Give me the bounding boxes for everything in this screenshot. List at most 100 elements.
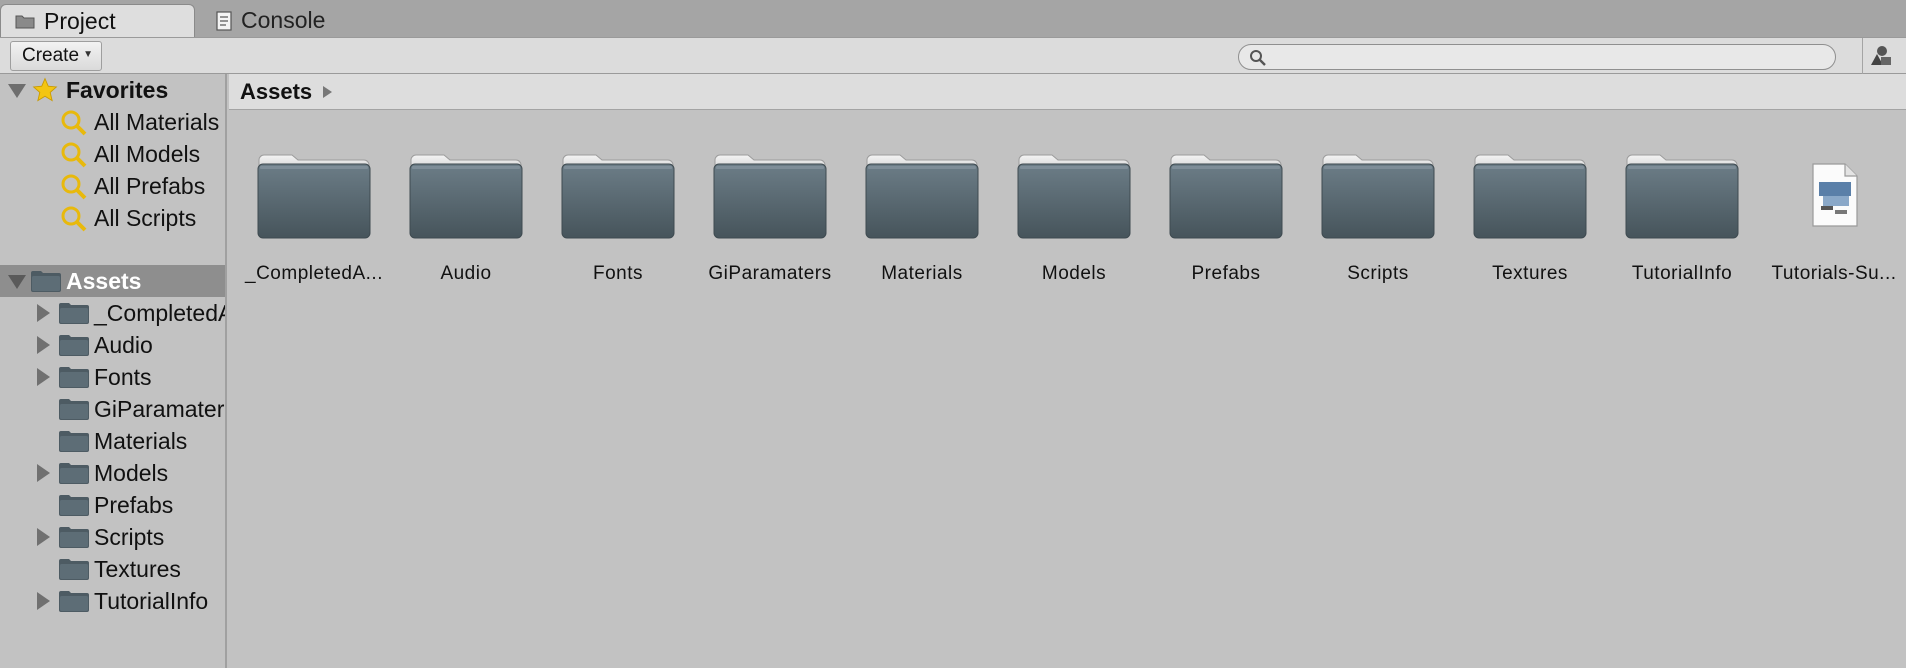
sidebar-item-tutorialinfo[interactable]: TutorialInfo [0, 585, 225, 618]
sidebar-item-label: All Scripts [94, 204, 197, 231]
folder-icon [59, 590, 89, 618]
sidebar-item-all-models[interactable]: All Models [0, 138, 225, 170]
folder-icon [31, 270, 61, 298]
folder-item[interactable]: _CompletedA... [238, 150, 390, 290]
sidebar-item-label: Models [94, 459, 169, 486]
sidebar-item-completeda[interactable]: _CompletedA [0, 297, 227, 330]
sidebar-item-materials[interactable]: Materials [0, 425, 225, 458]
folder-icon [712, 150, 828, 247]
folder-icon [59, 558, 89, 586]
sidebar-item-scripts[interactable]: Scripts [0, 521, 225, 554]
sidebar-item-label: Fonts [94, 363, 152, 390]
create-button[interactable]: Create ▼ [10, 41, 102, 71]
folder-icon [1320, 150, 1436, 247]
sidebar-item-label: GiParamater [94, 395, 225, 422]
sidebar-item-audio[interactable]: Audio [0, 329, 225, 362]
folder-icon [1168, 150, 1284, 247]
expand-arrow-icon[interactable] [37, 336, 50, 354]
folder-item[interactable]: TutorialInfo [1606, 150, 1758, 290]
expand-arrow-icon[interactable] [8, 275, 26, 289]
sidebar-item-label: TutorialInfo [94, 587, 209, 614]
sidebar-item-all-scripts[interactable]: All Scripts [0, 202, 225, 234]
sidebar-item-textures[interactable]: Textures [0, 553, 225, 586]
toolbar: Create ▼ [0, 37, 1906, 74]
folder-icon [59, 398, 89, 426]
chevron-down-icon: ▼ [83, 49, 93, 60]
expand-arrow-icon[interactable] [37, 304, 50, 322]
folder-item[interactable]: Scripts [1302, 150, 1454, 290]
item-label: _CompletedA... [245, 263, 383, 284]
folder-icon [15, 13, 35, 29]
favorites-label: Favorites [66, 76, 169, 103]
item-label: Prefabs [1191, 263, 1261, 284]
folder-icon [59, 366, 89, 394]
tab-bar: Project Console [0, 0, 1906, 37]
sidebar-item-label: Scripts [94, 523, 165, 550]
folder-icon [1624, 150, 1740, 247]
folder-icon [1472, 150, 1588, 247]
folder-icon [864, 150, 980, 247]
folder-icon [408, 150, 524, 247]
search-icon [1249, 49, 1267, 72]
expand-arrow-icon[interactable] [37, 368, 50, 386]
item-label: Fonts [592, 263, 644, 284]
asset-file-item[interactable]: Tutorials-Su... [1758, 150, 1906, 290]
tab-console[interactable]: Console [216, 4, 325, 37]
expand-arrow-icon[interactable] [37, 592, 50, 610]
sidebar-item-label: All Materials [94, 108, 220, 135]
folder-icon [256, 150, 372, 247]
project-sidebar: Favorites All Materials All Models All P… [0, 74, 227, 668]
sidebar-item-all-materials[interactable]: All Materials [0, 106, 225, 138]
folder-item[interactable]: Models [998, 150, 1150, 290]
item-label: GiParamaters [708, 263, 832, 284]
tab-project-label: Project [44, 7, 116, 34]
item-label: TutorialInfo [1631, 263, 1733, 284]
sidebar-item-assets[interactable]: Assets [0, 265, 225, 298]
expand-arrow-icon[interactable] [37, 528, 50, 546]
item-label: Audio [440, 263, 492, 284]
folder-item[interactable]: GiParamaters [694, 150, 846, 290]
sidebar-item-label: Audio [94, 331, 153, 358]
item-label: Models [1041, 263, 1107, 284]
folder-icon [560, 150, 676, 247]
expand-arrow-icon[interactable] [8, 84, 26, 98]
breadcrumb-assets[interactable]: Assets [240, 79, 312, 105]
folder-item[interactable]: Prefabs [1150, 150, 1302, 290]
folder-icon [59, 302, 89, 330]
sidebar-item-models[interactable]: Models [0, 457, 225, 490]
breadcrumb-arrow-icon [323, 85, 333, 98]
sidebar-item-fonts[interactable]: Fonts [0, 361, 225, 394]
breadcrumb: Assets [229, 74, 1906, 110]
folder-item[interactable]: Materials [846, 150, 998, 290]
saved-search-icon [60, 205, 88, 239]
asset-browser: Assets _CompletedA... Audio Fonts GiParamat… [229, 74, 1906, 668]
expand-arrow-icon[interactable] [37, 464, 50, 482]
item-label: Textures [1492, 263, 1568, 284]
tab-project[interactable]: Project [0, 4, 195, 37]
folder-item[interactable]: Fonts [542, 150, 694, 290]
create-button-label: Create [22, 45, 80, 66]
folder-icon [59, 334, 89, 362]
sidebar-item-label: Prefabs [94, 491, 174, 518]
toolbar-divider [1862, 38, 1863, 74]
sidebar-item-all-prefabs[interactable]: All Prefabs [0, 170, 225, 202]
document-icon [1811, 162, 1859, 233]
item-label: Scripts [1347, 263, 1409, 284]
folder-item[interactable]: Textures [1454, 150, 1606, 290]
favorites-header[interactable]: Favorites [0, 74, 225, 106]
search-input[interactable] [1238, 44, 1836, 70]
item-label: Materials [881, 263, 963, 284]
folder-icon [59, 430, 89, 458]
sidebar-item-giparamater[interactable]: GiParamater [0, 393, 225, 426]
folder-icon [59, 494, 89, 522]
console-icon [216, 10, 232, 31]
item-label: Tutorials-Su... [1771, 263, 1897, 284]
filter-by-type-icon[interactable] [1869, 45, 1893, 72]
sidebar-item-label: _CompletedA [94, 299, 227, 326]
folder-icon [59, 526, 89, 554]
sidebar-item-prefabs[interactable]: Prefabs [0, 489, 225, 522]
folder-item[interactable]: Audio [390, 150, 542, 290]
sidebar-item-label: Materials [94, 427, 188, 454]
tab-console-label: Console [241, 7, 326, 33]
folder-icon [59, 462, 89, 490]
